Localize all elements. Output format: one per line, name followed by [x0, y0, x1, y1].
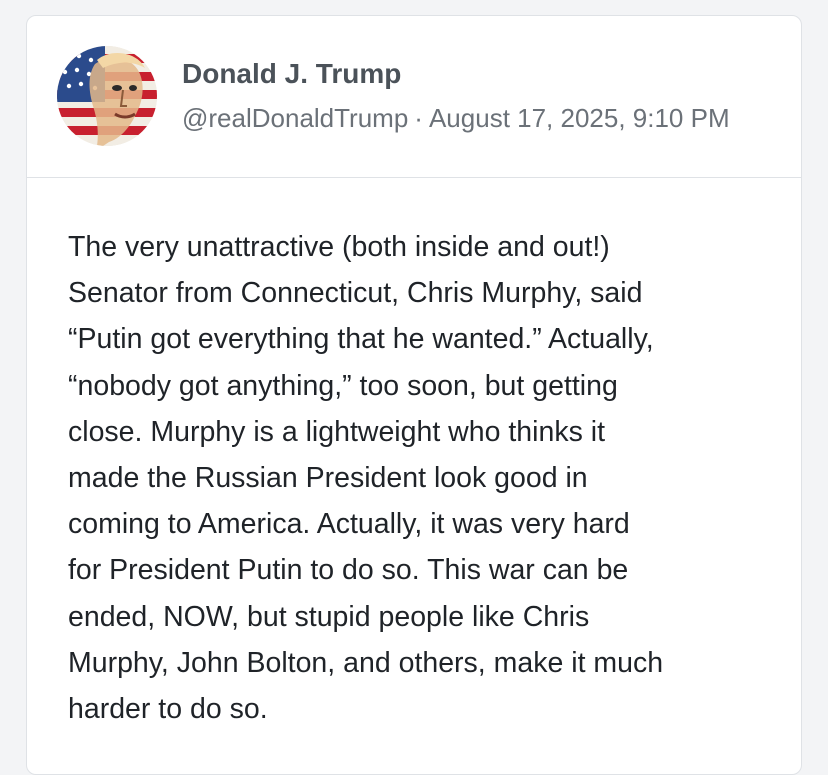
- post-header: Donald J. Trump @realDonaldTrump · August …: [27, 16, 801, 178]
- post-text-line: for President Putin to do so. This war c…: [68, 554, 629, 587]
- post-text-line: “Putin got everything that he wanted.” A…: [68, 323, 654, 356]
- post-text-line: harder to do so.: [68, 693, 268, 726]
- author-handle[interactable]: @realDonaldTrump: [182, 103, 408, 133]
- post-text-line: ended, NOW, but stupid people like Chris: [68, 600, 590, 633]
- post-text-line: “nobody got anything,” too soon, but get…: [68, 369, 618, 402]
- author-name[interactable]: Donald J. Trump: [182, 58, 401, 90]
- post-text-line: coming to America. Actually, it was very…: [68, 508, 630, 541]
- meta-separator: ·: [414, 103, 423, 133]
- post-text-line: The very unattractive (both inside and o…: [68, 231, 610, 263]
- post-text-line: close. Murphy is a lightweight who think…: [68, 415, 605, 448]
- post-text-line: made the Russian President look good in: [68, 462, 588, 495]
- post-body: The very unattractive (both inside and o…: [68, 224, 768, 732]
- post-meta: @realDonaldTrump · August 17, 2025, 9:10 P…: [182, 103, 730, 134]
- post-timestamp[interactable]: August 17, 2025, 9:10 PM: [429, 103, 730, 133]
- post-text-line: Murphy, John Bolton, and others, make it…: [68, 646, 664, 679]
- post-card: Donald J. Trump @realDonaldTrump · August …: [26, 15, 802, 775]
- flag-portrait-avatar-icon: [57, 46, 157, 146]
- post-text-line: Senator from Connecticut, Chris Murphy, …: [68, 277, 643, 310]
- avatar[interactable]: [57, 46, 157, 146]
